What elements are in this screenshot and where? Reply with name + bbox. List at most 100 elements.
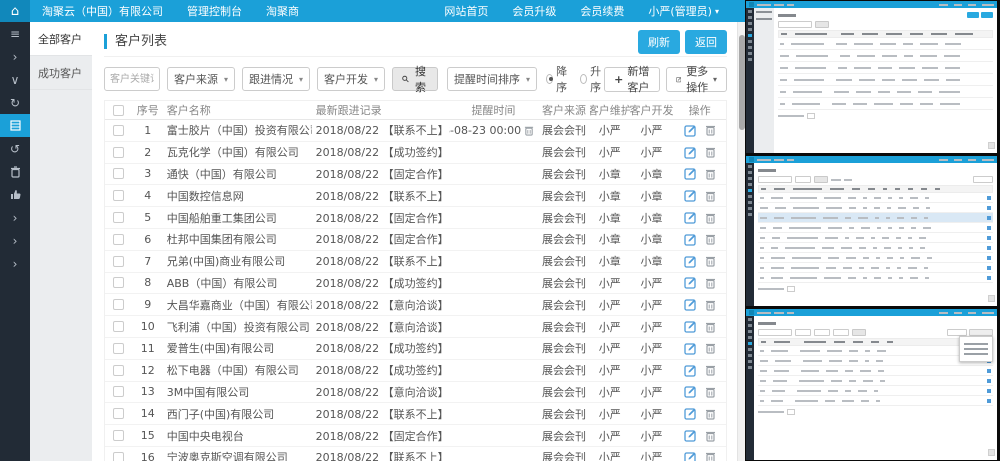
delete-icon[interactable] [705, 364, 716, 376]
delete-icon[interactable] [705, 255, 716, 267]
row-checkbox[interactable] [113, 168, 124, 179]
latest-followup-record: 2018/08/22 【意向洽谈】 [312, 319, 449, 335]
preview-table-header [758, 338, 993, 346]
nav-item-0[interactable]: 淘聚云（中国）有限公司 [30, 0, 175, 22]
delete-icon[interactable] [705, 430, 716, 442]
edit-icon[interactable] [684, 342, 697, 355]
nav-right-item-2[interactable]: 会员续费 [568, 0, 636, 22]
chevron-right-icon[interactable]: › [0, 206, 30, 229]
row-checkbox[interactable] [113, 234, 124, 245]
preview-screenshot-3[interactable] [746, 309, 997, 460]
customer-name: ABB（中国）有限公司 [163, 275, 312, 291]
edit-icon[interactable] [684, 276, 697, 289]
sort-asc-radio[interactable]: 升序 [580, 63, 604, 95]
edit-icon[interactable] [684, 233, 697, 246]
keyword-input[interactable] [104, 67, 160, 91]
row-checkbox[interactable] [113, 321, 124, 332]
trash-icon[interactable] [0, 160, 30, 183]
nav-item-2[interactable]: 淘聚商 [254, 0, 311, 22]
chevron-down-icon[interactable]: ∨ [0, 68, 30, 91]
delete-icon[interactable] [705, 386, 716, 398]
row-checkbox[interactable] [113, 365, 124, 376]
row-checkbox[interactable] [113, 408, 124, 419]
customer-developer: 小章 [630, 253, 674, 269]
nav-item-1[interactable]: 管理控制台 [175, 0, 254, 22]
vertical-scrollbar[interactable] [737, 22, 745, 461]
edit-icon[interactable] [684, 298, 697, 311]
edit-icon[interactable] [684, 255, 697, 268]
row-checkbox[interactable] [113, 256, 124, 267]
edit-icon[interactable] [684, 211, 697, 224]
sidebar-item-all-customers[interactable]: 全部客户 [30, 22, 92, 56]
row-checkbox[interactable] [113, 430, 124, 441]
source-select[interactable]: 客户来源▾ [167, 67, 235, 91]
delete-icon[interactable] [705, 212, 716, 224]
menu-icon[interactable]: ≡ [0, 22, 30, 45]
delete-icon[interactable] [705, 190, 716, 202]
edit-icon[interactable] [684, 124, 697, 137]
preview-navbar [746, 309, 997, 316]
sidebar-item-success-customers[interactable]: 成功客户 [30, 56, 92, 90]
nav-right-item-1[interactable]: 会员升级 [500, 0, 568, 22]
nav-right-item-3[interactable]: 小严(管理员)▾ [636, 0, 731, 22]
edit-icon[interactable] [684, 146, 697, 159]
customer-developer: 小章 [630, 166, 674, 182]
delete-icon[interactable] [705, 321, 716, 333]
table-row: 10飞利浦（中国）投资有限公司2018/08/22 【意向洽谈】展会会刊小严小严 [105, 316, 726, 338]
row-checkbox[interactable] [113, 452, 124, 461]
row-checkbox[interactable] [113, 386, 124, 397]
edit-icon[interactable] [684, 385, 697, 398]
delete-icon[interactable] [705, 408, 716, 420]
chevron-right-icon[interactable]: › [0, 229, 30, 252]
nav-item-label: 小严(管理员) [648, 3, 712, 19]
customer-list-icon[interactable] [0, 114, 30, 137]
more-actions-button[interactable]: 更多操作 ▾ [666, 67, 728, 92]
delete-icon[interactable] [705, 451, 716, 461]
table-row: 3通快（中国）有限公司2018/08/22 【固定合作】展会会刊小章小章 [105, 164, 726, 186]
chevron-right-icon[interactable]: › [0, 45, 30, 68]
sort-desc-radio[interactable]: 降序 [546, 63, 570, 95]
back-button[interactable]: 返回 [685, 30, 727, 54]
delete-icon[interactable] [705, 124, 716, 136]
delete-icon[interactable] [705, 146, 716, 158]
edit-icon[interactable] [684, 167, 697, 180]
customer-developer: 小章 [630, 231, 674, 247]
logout-icon[interactable]: ↻ [0, 91, 30, 114]
preview-screenshot-1[interactable] [746, 1, 997, 153]
edit-icon[interactable] [684, 320, 697, 333]
develop-select[interactable]: 客户开发▾ [317, 67, 385, 91]
customer-source: 展会会刊 [538, 384, 590, 400]
delete-icon[interactable] [705, 342, 716, 354]
edit-icon[interactable] [684, 189, 697, 202]
edit-icon[interactable] [684, 451, 697, 461]
chevron-right-icon[interactable]: › [0, 252, 30, 275]
search-button[interactable]: 搜索 [392, 67, 438, 91]
row-checkbox[interactable] [113, 190, 124, 201]
edit-icon[interactable] [684, 429, 697, 442]
row-checkbox[interactable] [113, 212, 124, 223]
thumbs-up-icon[interactable] [0, 183, 30, 206]
row-checkbox[interactable] [113, 343, 124, 354]
history-icon[interactable]: ↺ [0, 137, 30, 160]
home-button[interactable]: ⌂ [0, 0, 30, 22]
delete-icon[interactable] [705, 233, 716, 245]
row-checkbox[interactable] [113, 147, 124, 158]
row-actions [673, 146, 726, 159]
row-number: 7 [133, 255, 163, 268]
edit-icon[interactable] [684, 407, 697, 420]
preview-screenshot-2[interactable] [746, 156, 997, 306]
refresh-button[interactable]: 刷新 [638, 30, 680, 54]
nav-right-item-0[interactable]: 网站首页 [432, 0, 500, 22]
row-checkbox[interactable] [113, 125, 124, 136]
delete-icon[interactable] [705, 168, 716, 180]
add-customer-button[interactable]: + 新增客户 [604, 67, 659, 92]
delete-icon[interactable] [705, 277, 716, 289]
sort-select[interactable]: 提醒时间排序▾ [447, 67, 537, 91]
followup-select[interactable]: 跟进情况▾ [242, 67, 310, 91]
select-all-checkbox[interactable] [113, 105, 124, 116]
row-checkbox[interactable] [113, 299, 124, 310]
row-checkbox[interactable] [113, 277, 124, 288]
remove-reminder-icon[interactable] [524, 125, 534, 136]
edit-icon[interactable] [684, 364, 697, 377]
delete-icon[interactable] [705, 299, 716, 311]
